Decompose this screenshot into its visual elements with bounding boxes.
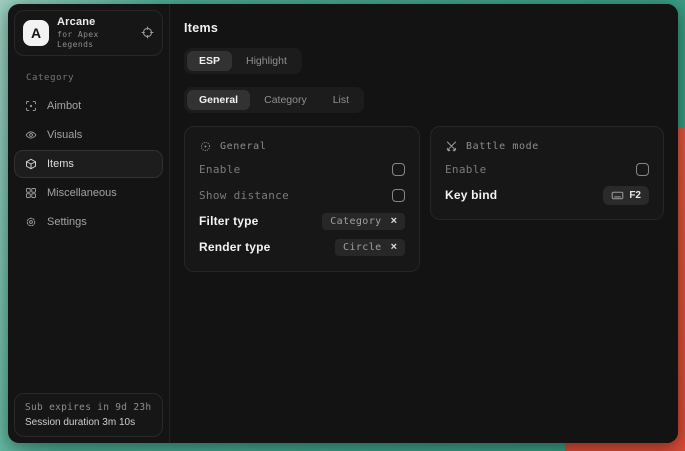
sidebar-item-label: Settings [47, 216, 87, 228]
close-icon[interactable]: × [391, 242, 397, 253]
general-panel-header: General [199, 135, 405, 156]
battle-mode-panel-header: Battle mode [445, 135, 649, 156]
sidebar-item-label: Aimbot [47, 100, 81, 112]
crossed-swords-icon [445, 140, 458, 153]
render-type-tag[interactable]: Circle × [335, 239, 405, 256]
key-bind-button[interactable]: F2 [603, 186, 649, 205]
tab-category[interactable]: Category [252, 90, 319, 110]
setting-label: Filter type [199, 214, 259, 228]
battle-mode-panel: Battle mode Enable Key bind F2 [430, 126, 664, 220]
eye-icon [25, 129, 37, 141]
app-brand-card: A Arcane for Apex Legends [14, 10, 163, 56]
app-name: Arcane [57, 16, 133, 30]
sub-expiry-text: Sub expires in 9d 23h [25, 402, 152, 413]
app-subtitle: for Apex Legends [57, 30, 133, 50]
box-icon [25, 158, 37, 170]
gear-icon [25, 216, 37, 228]
filter-type-tag[interactable]: Category × [322, 213, 405, 230]
app-logo: A [23, 20, 49, 46]
setting-label: Enable [445, 163, 487, 176]
setting-row-battle-enable: Enable [445, 156, 649, 182]
setting-row-show-distance: Show distance [199, 182, 405, 208]
setting-row-enable: Enable [199, 156, 405, 182]
panels-row: General Enable Show distance Filter type… [184, 126, 664, 272]
sidebar-item-items[interactable]: Items [14, 150, 163, 178]
close-icon[interactable]: × [391, 216, 397, 227]
show-distance-checkbox[interactable] [392, 189, 405, 202]
sidebar-nav: Aimbot Visuals Items Miscellaneous [14, 92, 163, 236]
setting-label: Show distance [199, 189, 289, 202]
app-window: A Arcane for Apex Legends Category Aimbo… [8, 4, 678, 443]
sun-dots-icon [199, 140, 212, 153]
keyboard-icon [611, 189, 624, 202]
setting-label: Enable [199, 163, 241, 176]
setting-label: Key bind [445, 188, 497, 202]
sidebar-spacer [14, 236, 163, 393]
setting-row-render-type: Render type Circle × [199, 234, 405, 260]
setting-row-filter-type: Filter type Category × [199, 208, 405, 234]
battle-mode-panel-title: Battle mode [466, 141, 539, 152]
sidebar: A Arcane for Apex Legends Category Aimbo… [8, 4, 169, 443]
grid-icon [25, 187, 37, 199]
aimbot-crosshair-icon [25, 100, 37, 112]
tab-highlight[interactable]: Highlight [234, 51, 299, 71]
sidebar-item-label: Miscellaneous [47, 187, 117, 199]
render-type-value: Circle [343, 242, 382, 253]
setting-label: Render type [199, 240, 271, 254]
sidebar-item-miscellaneous[interactable]: Miscellaneous [14, 179, 163, 207]
view-tabs: General Category List [184, 87, 364, 113]
sidebar-item-label: Visuals [47, 129, 82, 141]
sidebar-item-aimbot[interactable]: Aimbot [14, 92, 163, 120]
filter-type-value: Category [330, 216, 381, 227]
enable-checkbox[interactable] [392, 163, 405, 176]
sidebar-item-settings[interactable]: Settings [14, 208, 163, 236]
setting-row-key-bind: Key bind F2 [445, 182, 649, 208]
battle-enable-checkbox[interactable] [636, 163, 649, 176]
subscription-info-box: Sub expires in 9d 23h Session duration 3… [14, 393, 163, 437]
main-content: Items ESP Highlight General Category Lis… [170, 4, 678, 443]
general-panel-title: General [220, 141, 266, 152]
target-icon[interactable] [141, 26, 154, 39]
category-section-label: Category [26, 73, 163, 83]
tab-general[interactable]: General [187, 90, 250, 110]
mode-tabs: ESP Highlight [184, 48, 302, 74]
general-panel: General Enable Show distance Filter type… [184, 126, 420, 272]
sidebar-item-label: Items [47, 158, 74, 170]
app-brand-text: Arcane for Apex Legends [57, 16, 133, 50]
page-title: Items [184, 21, 664, 35]
sidebar-item-visuals[interactable]: Visuals [14, 121, 163, 149]
tab-esp[interactable]: ESP [187, 51, 232, 71]
session-duration-text: Session duration 3m 10s [25, 417, 152, 428]
key-bind-value: F2 [629, 190, 641, 201]
tab-list[interactable]: List [321, 90, 361, 110]
